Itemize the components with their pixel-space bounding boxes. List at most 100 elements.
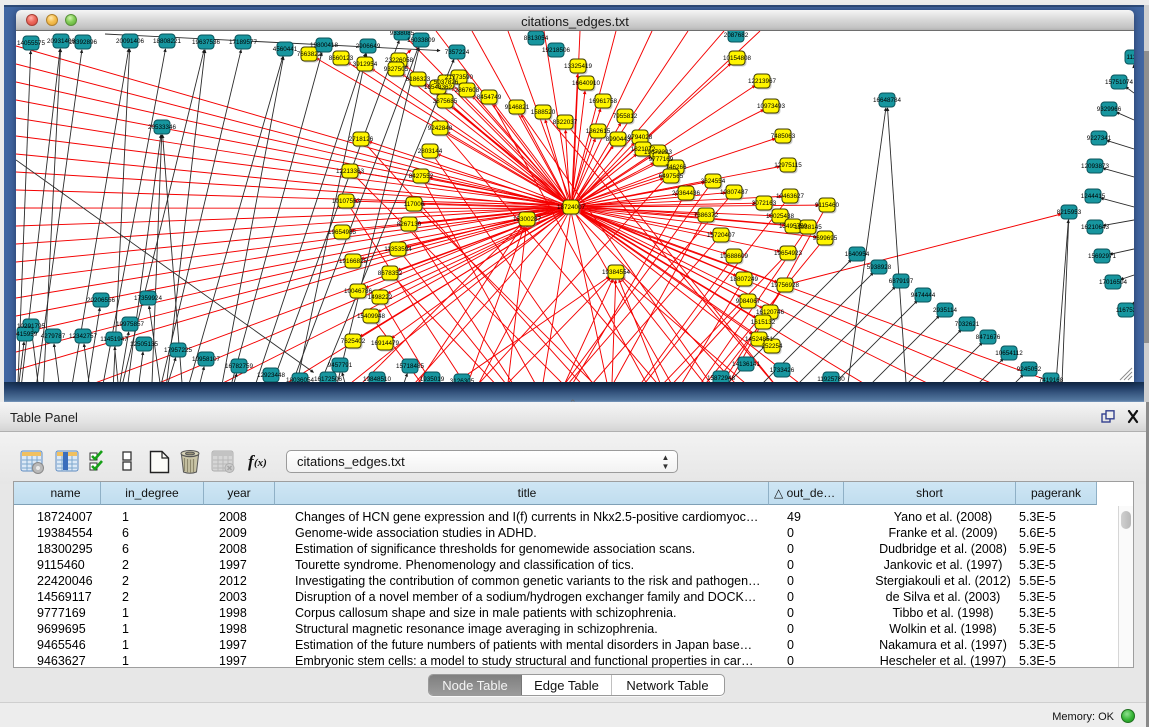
svg-text:10463627: 10463627 [776, 193, 805, 200]
svg-text:10154808: 10154808 [723, 55, 752, 62]
svg-text:2415959: 2415959 [16, 331, 38, 338]
svg-text:12093873: 12093873 [1081, 163, 1110, 170]
svg-text:18808221: 18808221 [153, 38, 182, 45]
svg-text:19672223: 19672223 [644, 149, 673, 156]
svg-text:8322037: 8322037 [553, 119, 578, 126]
svg-text:14055575: 14055575 [17, 40, 46, 47]
svg-text:19654923: 19654923 [774, 250, 803, 257]
svg-text:7419168: 7419168 [1039, 377, 1064, 382]
svg-text:7625402: 7625402 [341, 338, 366, 345]
svg-text:19637536: 19637536 [192, 39, 221, 46]
svg-text:5037826: 5037826 [434, 79, 459, 86]
svg-text:8660123: 8660123 [329, 55, 354, 62]
svg-text:5938928: 5938928 [867, 264, 892, 271]
svg-text:19756928: 19756928 [771, 282, 800, 289]
svg-text:2906649: 2906649 [356, 43, 381, 50]
svg-text:15872948: 15872948 [707, 375, 736, 382]
svg-text:8471676: 8471676 [976, 334, 1001, 341]
svg-text:2935114: 2935114 [933, 307, 958, 314]
svg-text:8215953: 8215953 [1057, 209, 1082, 216]
svg-text:14136141: 14136141 [732, 361, 761, 368]
svg-text:11451947: 11451947 [100, 336, 128, 343]
svg-text:2718126: 2718126 [349, 136, 374, 143]
svg-text:117006: 117006 [404, 201, 425, 208]
svg-text:16210643: 16210643 [1081, 224, 1110, 231]
svg-text:2803144: 2803144 [418, 148, 443, 155]
svg-text:7663822: 7663822 [297, 51, 322, 58]
svg-text:9329966: 9329966 [1097, 106, 1122, 113]
svg-text:17957225: 17957225 [164, 347, 193, 354]
svg-text:10958107: 10958107 [192, 356, 221, 363]
svg-text:9699695: 9699695 [813, 235, 838, 242]
svg-text:1640954: 1640954 [845, 251, 870, 258]
svg-text:13325419: 13325419 [564, 63, 593, 70]
svg-text:19384554: 19384554 [602, 269, 631, 276]
svg-text:8454749: 8454749 [477, 94, 502, 101]
svg-text:7485063: 7485063 [771, 133, 796, 140]
svg-text:15692971: 15692971 [1088, 253, 1117, 260]
svg-text:11938145: 11938145 [794, 224, 822, 231]
svg-text:1733426: 1733426 [770, 367, 795, 374]
svg-text:16961758: 16961758 [589, 98, 618, 105]
svg-text:16914479: 16914479 [371, 340, 400, 347]
svg-text:20091406: 20091406 [116, 38, 145, 45]
svg-text:17359924: 17359924 [134, 295, 163, 302]
svg-text:8427552: 8427552 [409, 173, 434, 180]
svg-text:(x): (x) [254, 457, 267, 469]
svg-text:19848510: 19848510 [363, 376, 392, 382]
svg-text:746266: 746266 [665, 164, 687, 171]
svg-text:9084067: 9084067 [736, 298, 761, 305]
svg-text:8267130: 8267130 [397, 221, 422, 228]
svg-text:4560441: 4560441 [273, 46, 298, 53]
svg-text:20206556: 20206556 [87, 297, 116, 304]
svg-text:15751074: 15751074 [1105, 79, 1134, 86]
svg-text:18807249: 18807249 [730, 276, 759, 283]
svg-text:3072163: 3072163 [752, 200, 777, 207]
svg-text:18724007: 18724007 [557, 204, 586, 211]
svg-text:10807487: 10807487 [720, 189, 749, 196]
svg-text:9457791: 9457791 [328, 362, 353, 369]
svg-text:12923448: 12923448 [257, 372, 286, 379]
svg-text:10654112: 10654112 [995, 350, 1023, 357]
svg-text:8678352: 8678352 [378, 270, 403, 277]
svg-text:6497565: 6497565 [659, 173, 684, 180]
svg-text:7357224: 7357224 [445, 49, 470, 56]
svg-text:3624554: 3624554 [701, 178, 726, 185]
svg-text:4279787: 4279787 [41, 333, 66, 340]
svg-text:16640910: 16640910 [572, 80, 601, 87]
svg-text:16172506: 16172506 [314, 376, 343, 382]
svg-text:1935019: 1935019 [420, 376, 445, 382]
svg-text:1615132: 1615132 [751, 319, 776, 326]
svg-text:1362615: 1362615 [586, 128, 611, 135]
svg-text:16120746: 16120746 [756, 309, 785, 316]
svg-text:2867608: 2867608 [455, 87, 480, 94]
svg-text:12505135: 12505135 [130, 341, 159, 348]
svg-text:3875685: 3875685 [433, 98, 458, 105]
svg-text:20533346: 20533346 [148, 124, 177, 131]
svg-text:18036054: 18036054 [286, 377, 315, 382]
svg-text:252254: 252254 [761, 343, 783, 350]
svg-text:2087682: 2087682 [724, 32, 749, 39]
svg-text:9474444: 9474444 [911, 292, 936, 299]
svg-text:9794028: 9794028 [628, 134, 653, 141]
svg-text:1244415: 1244415 [1081, 193, 1106, 200]
svg-text:9327505: 9327505 [384, 66, 409, 73]
svg-text:11353594: 11353594 [384, 246, 412, 253]
svg-text:18392896: 18392896 [69, 39, 98, 46]
svg-text:12213967: 12213967 [748, 78, 777, 85]
svg-text:9146821: 9146821 [505, 104, 530, 111]
svg-text:15409948: 15409948 [357, 313, 386, 320]
svg-text:15718485: 15718485 [396, 363, 425, 370]
svg-text:16648784: 16648784 [873, 97, 902, 104]
svg-text:17016504: 17016504 [1099, 279, 1128, 286]
svg-text:12213363: 12213363 [336, 168, 365, 175]
svg-text:15300287: 15300287 [513, 216, 542, 223]
svg-text:19654985: 19654985 [328, 229, 357, 236]
svg-text:116753: 116753 [1116, 307, 1134, 314]
svg-text:9245052: 9245052 [1017, 366, 1042, 373]
svg-text:10025438: 10025438 [766, 213, 795, 220]
svg-text:19975857: 19975857 [116, 321, 145, 328]
svg-text:12342757: 12342757 [69, 333, 98, 340]
svg-text:1498222: 1498222 [368, 294, 393, 301]
svg-text:17189577: 17189577 [229, 39, 258, 46]
